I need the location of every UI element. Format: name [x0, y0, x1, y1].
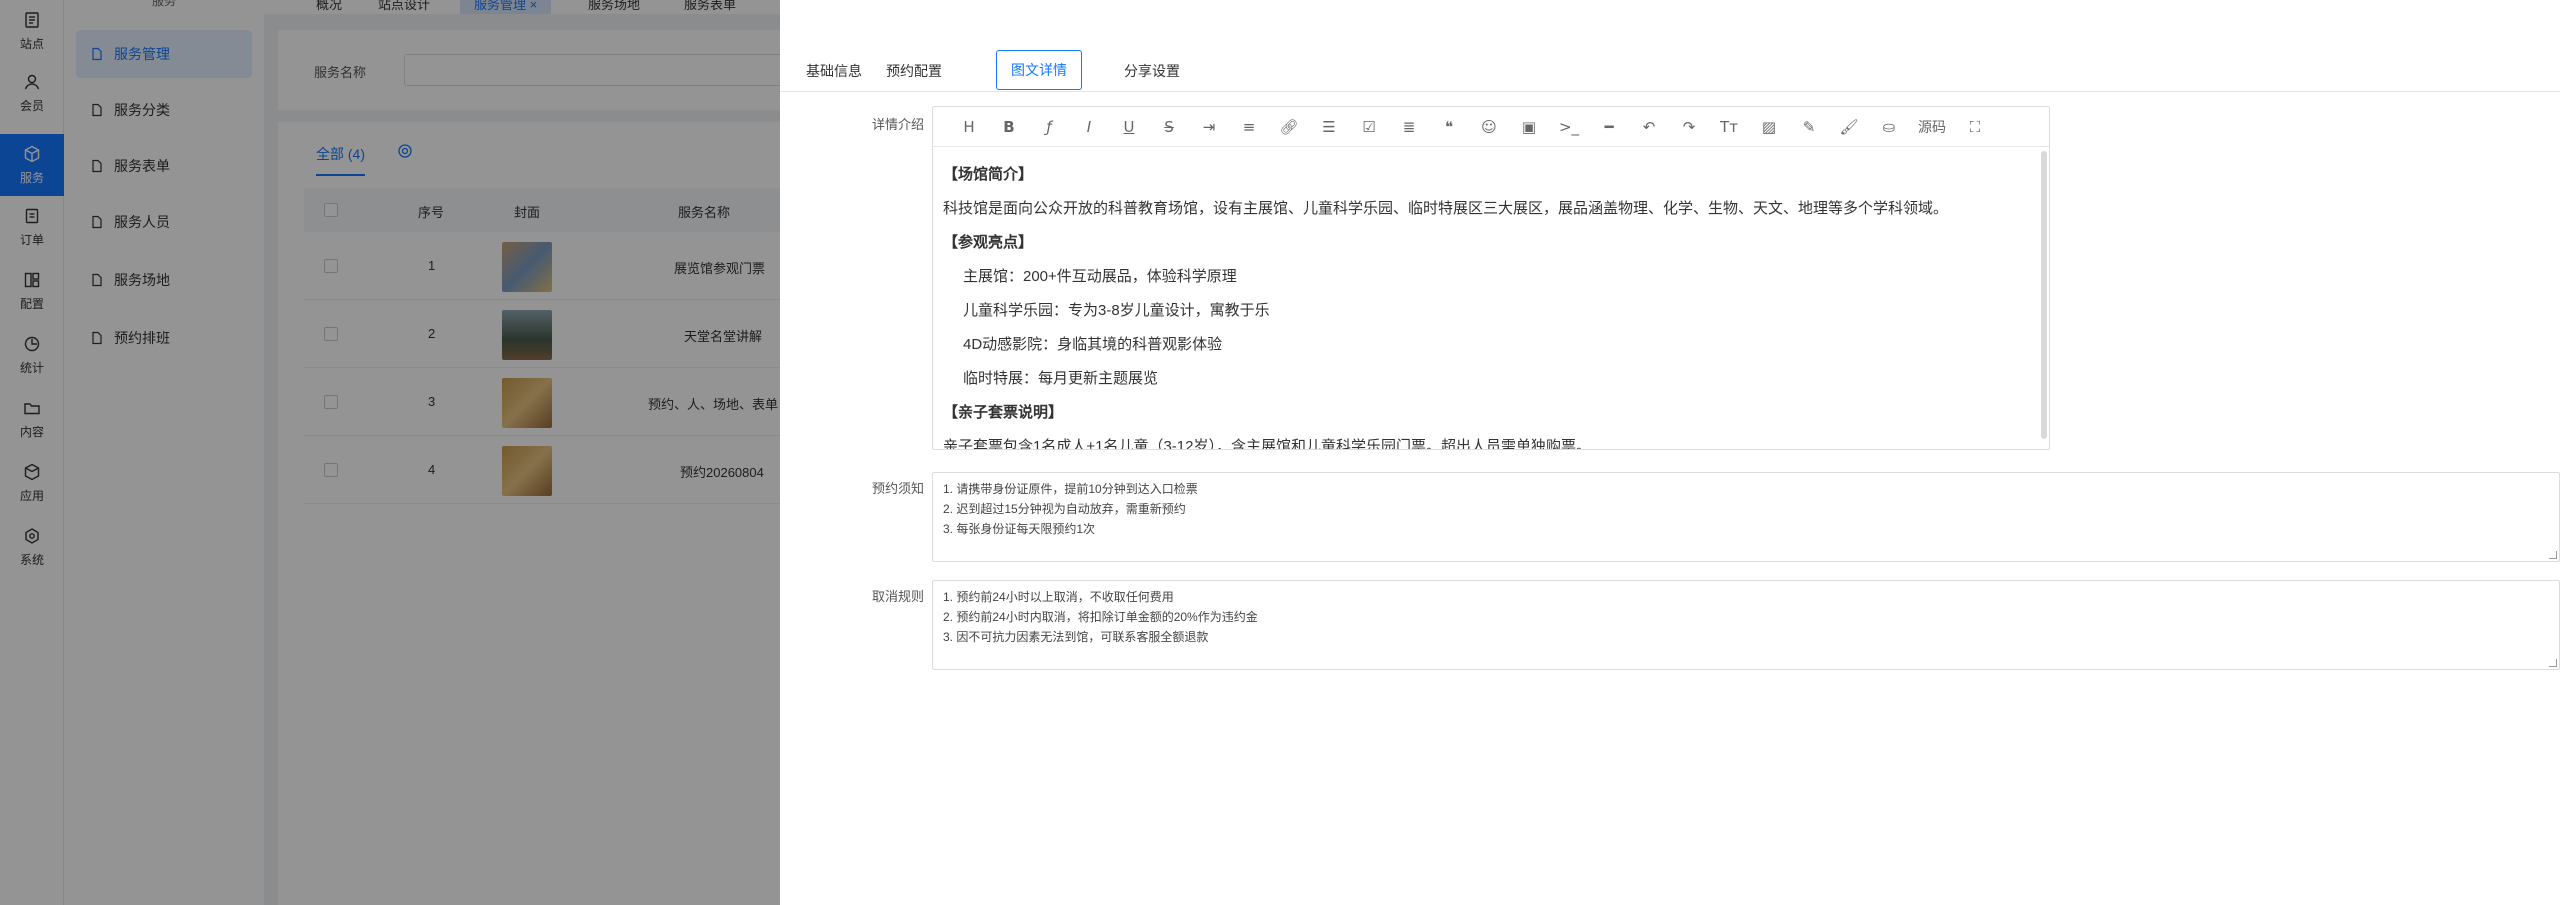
editor-paragraph: 临时特展：每月更新主题展览	[963, 370, 1159, 387]
textarea-line: 1. 预约前24小时以上取消，不收取任何费用	[943, 590, 1174, 604]
editor-paragraph: 儿童科学乐园：专为3-8岁儿童设计，寓教于乐	[963, 302, 1270, 319]
underline-icon[interactable]: U	[1109, 107, 1149, 147]
editor-scrollbar[interactable]	[2041, 151, 2047, 439]
textarea-line: 3. 每张身份证每天限预约1次	[943, 522, 1096, 536]
tab-booking-config[interactable]: 预约配置	[872, 52, 956, 90]
brush-icon[interactable]: 🖌︎	[1829, 107, 1869, 147]
list-icon[interactable]: ☰	[1309, 107, 1349, 147]
booking-notice-textarea[interactable]: 1. 请携带身份证原件，提前10分钟到达入口检票 2. 迟到超过15分钟视为自动放…	[932, 472, 2560, 562]
editor-heading: 【参观亮点】	[943, 234, 1034, 251]
resize-handle[interactable]	[2549, 551, 2557, 559]
indent-icon[interactable]: ⇥	[1189, 107, 1229, 147]
fullscreen-icon[interactable]: ⛶	[1955, 107, 1995, 147]
undo-icon[interactable]: ↶	[1629, 107, 1669, 147]
resize-handle[interactable]	[2549, 659, 2557, 667]
line-height-icon[interactable]: ≡	[1229, 107, 1269, 147]
heading-icon[interactable]: H	[949, 107, 989, 147]
checkbox-icon[interactable]: ☑	[1349, 107, 1389, 147]
textarea-line: 3. 因不可抗力因素无法到馆，可联系客服全额退款	[943, 630, 1209, 644]
editor-toolbar: H B ƒ I U S ⇥ ≡ 🔗︎ ☰ ☑ ≣ ❝ ☺ ▣ >_ ━ ↶ ↷ …	[933, 107, 2049, 147]
textarea-line: 1. 请携带身份证原件，提前10分钟到达入口检票	[943, 482, 1198, 496]
font-icon[interactable]: ƒ	[1029, 107, 1069, 147]
textarea-line: 2. 迟到超过15分钟视为自动放弃，需重新预约	[943, 502, 1186, 516]
quote-icon[interactable]: ❝	[1429, 107, 1469, 147]
rich-text-editor[interactable]: H B ƒ I U S ⇥ ≡ 🔗︎ ☰ ☑ ≣ ❝ ☺ ▣ >_ ━ ↶ ↷ …	[932, 106, 2050, 450]
editor-paragraph: 4D动感影院：身临其境的科普观影体验	[963, 336, 1223, 353]
drawer-tabs: 基础信息 预约配置 图文详情 分享设置	[780, 50, 2560, 92]
textarea-line: 2. 预约前24小时内取消，将扣除订单金额的20%作为违约金	[943, 610, 1258, 624]
link-icon[interactable]: 🔗︎	[1269, 107, 1309, 147]
notice-label: 预约须知	[871, 481, 924, 496]
align-icon[interactable]: ≣	[1389, 107, 1429, 147]
cancel-label: 取消规则	[871, 589, 924, 604]
strikethrough-icon[interactable]: S	[1149, 107, 1189, 147]
picture-icon[interactable]: ▨	[1749, 107, 1789, 147]
emoji-icon[interactable]: ☺	[1469, 107, 1509, 147]
editor-heading: 【亲子套票说明】	[943, 404, 1064, 421]
editor-paragraph: 亲子套票包含1名成人+1名儿童（3-12岁），含主展馆和儿童科学乐园门票。超出人…	[943, 438, 1591, 449]
source-code-button[interactable]: 源码	[1909, 107, 1955, 147]
cancel-rules-textarea[interactable]: 1. 预约前24小时以上取消，不收取任何费用 2. 预约前24小时内取消，将扣除订…	[932, 580, 2560, 670]
paint-icon[interactable]: ⛀	[1869, 107, 1909, 147]
code-icon[interactable]: >_	[1549, 107, 1589, 147]
font-size-icon[interactable]: Tт	[1709, 107, 1749, 147]
tab-basic-info[interactable]: 基础信息	[792, 52, 876, 90]
editor-content[interactable]: 【场馆简介】科技馆是面向公众开放的科普教育场馆，设有主展馆、儿童科学乐园、临时特…	[933, 148, 2037, 449]
redo-icon[interactable]: ↷	[1669, 107, 1709, 147]
italic-icon[interactable]: I	[1069, 107, 1109, 147]
editor-paragraph: 科技馆是面向公众开放的科普教育场馆，设有主展馆、儿童科学乐园、临时特展区三大展区…	[943, 200, 1949, 217]
tab-rich-detail[interactable]: 图文详情	[996, 50, 1082, 90]
eraser-icon[interactable]: ✎	[1789, 107, 1829, 147]
hr-icon[interactable]: ━	[1589, 107, 1629, 147]
image-icon[interactable]: ▣	[1509, 107, 1549, 147]
detail-label: 详情介绍	[871, 117, 924, 132]
bold-icon[interactable]: B	[989, 107, 1029, 147]
tab-share-settings[interactable]: 分享设置	[1110, 52, 1194, 90]
editor-paragraph: 主展馆：200+件互动展品，体验科学原理	[963, 268, 1237, 285]
service-edit-drawer: 基础信息 预约配置 图文详情 分享设置 详情介绍 H B ƒ I U S ⇥ ≡…	[780, 0, 2560, 905]
editor-heading: 【场馆简介】	[943, 166, 1034, 183]
